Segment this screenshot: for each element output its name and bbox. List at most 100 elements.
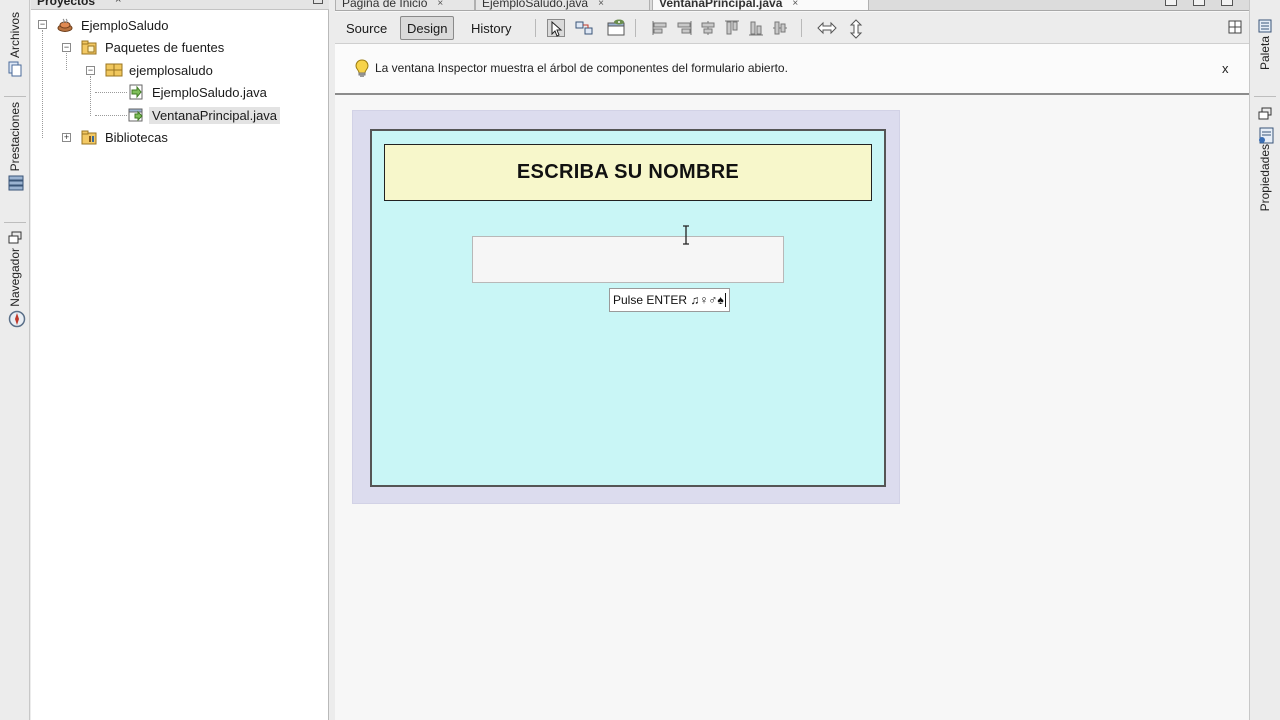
editor-area: Página de Inicio × EjemploSaludo.java × … <box>335 0 1249 720</box>
navigator-icon <box>8 310 26 327</box>
tree-guide-line <box>42 30 43 138</box>
tree-item-source-packages[interactable]: Paquetes de fuentes <box>81 37 227 57</box>
palette-tab[interactable]: Paleta <box>1250 16 1280 70</box>
tree-guide-line <box>95 115 127 116</box>
files-tab[interactable]: Archivos <box>0 12 30 78</box>
minimize-panel-icon[interactable] <box>313 0 323 4</box>
tab-pagina-de-inicio[interactable]: Página de Inicio × <box>335 0 475 10</box>
services-tab[interactable]: Prestaciones <box>0 102 30 191</box>
properties-tab-label: Propiedades <box>1258 144 1272 212</box>
enter-label-editing[interactable]: Pulse ENTER ♫♀♂♠ <box>609 288 730 312</box>
tree-guide-line <box>95 92 127 93</box>
properties-icon <box>1258 127 1274 144</box>
palette-tab-label: Paleta <box>1258 36 1272 71</box>
palette-icon <box>1258 19 1272 33</box>
package-icon <box>105 62 123 78</box>
services-tab-label: Prestaciones <box>8 102 22 172</box>
align-top-icon[interactable] <box>723 19 741 37</box>
tree-item-ejemplosaludo-package[interactable]: ejemplosaludo <box>105 60 216 80</box>
tab-label: EjemploSaludo.java <box>482 0 589 10</box>
services-icon <box>8 174 24 191</box>
title-label-text: ESCRIBA SU NOMBRE <box>516 161 740 183</box>
close-editor-icon[interactable] <box>1221 0 1233 6</box>
lightbulb-icon <box>355 59 369 77</box>
tree-item-ventanaprincipal-java[interactable]: VentanaPrincipal.java <box>128 105 281 125</box>
java-form-icon <box>128 107 144 123</box>
align-bottom-icon[interactable] <box>747 19 765 37</box>
toolbar-separator <box>535 19 536 37</box>
files-icon <box>8 61 22 77</box>
horizontal-resize-icon[interactable] <box>817 19 837 37</box>
vertical-resize-icon[interactable] <box>847 19 865 39</box>
tab-close-button[interactable]: × <box>598 0 604 9</box>
connection-mode-icon[interactable] <box>575 19 593 37</box>
design-canvas[interactable]: ESCRIBA SU NOMBRE Pulse ENTER ♫♀♂♠ <box>335 96 1249 720</box>
strip-separator <box>4 222 26 223</box>
tree-item-ejemplosaludo-project[interactable]: EjemploSaludo <box>57 15 171 35</box>
tree-expander[interactable]: − <box>62 43 71 52</box>
tree-expander[interactable]: + <box>62 133 71 142</box>
tab-ventanaprincipal-java[interactable]: VentanaPrincipal.java × <box>652 0 869 10</box>
design-button[interactable]: Design <box>400 16 455 40</box>
strip-separator <box>4 96 26 97</box>
tab-close-button[interactable]: × <box>792 0 798 9</box>
inspector-info-bar: La ventana Inspector muestra el árbol de… <box>335 44 1249 95</box>
tree-guide-line <box>90 76 91 116</box>
right-side-strip: Paleta Propiedades <box>1249 0 1280 720</box>
tree-item-ejemplosaludo-java[interactable]: EjemploSaludo.java <box>128 82 270 102</box>
tab-close-button[interactable]: × <box>437 0 443 9</box>
restore-window-icon[interactable] <box>1258 107 1272 121</box>
jframe-outline[interactable]: ESCRIBA SU NOMBRE Pulse ENTER ♫♀♂♠ <box>352 110 900 504</box>
preview-design-icon[interactable] <box>607 19 625 37</box>
tree-guide-line <box>66 53 67 70</box>
properties-tab[interactable]: Propiedades <box>1250 104 1280 211</box>
coffee-project-icon <box>57 17 73 33</box>
left-side-strip: Archivos Prestaciones Navegador <box>0 0 30 720</box>
center-horizontally-icon[interactable] <box>699 19 717 37</box>
form-content-panel[interactable]: ESCRIBA SU NOMBRE Pulse ENTER ♫♀♂♠ <box>370 129 886 487</box>
text-caret <box>724 293 726 307</box>
tree-item-label: EjemploSaludo <box>81 17 169 33</box>
editor-tab-strip: Página de Inicio × EjemploSaludo.java × … <box>335 0 1249 11</box>
selection-mode-icon[interactable] <box>547 19 565 37</box>
tab-ejemplosaludo-java[interactable]: EjemploSaludo.java × <box>475 0 650 10</box>
java-file-icon <box>128 84 144 100</box>
tree-item-label: ejemplosaludo <box>129 62 213 78</box>
navigator-tab[interactable]: Navegador <box>0 228 30 327</box>
toolbar-separator <box>801 19 802 37</box>
tree-item-label: EjemploSaludo.java <box>152 84 267 100</box>
strip-separator <box>1254 96 1276 97</box>
tab-label: VentanaPrincipal.java <box>659 0 783 10</box>
align-left-icon[interactable] <box>651 19 669 37</box>
tree-item-label: VentanaPrincipal.java <box>149 106 281 124</box>
tab-label: Página de Inicio <box>342 0 428 10</box>
libraries-icon <box>81 129 97 145</box>
title-label[interactable]: ESCRIBA SU NOMBRE <box>384 144 872 201</box>
ibeam-cursor-icon <box>681 225 691 245</box>
source-button[interactable]: Source <box>340 16 393 40</box>
projects-panel-title[interactable]: Proyectos <box>37 0 95 8</box>
tree-item-label: Paquetes de fuentes <box>105 39 225 55</box>
restore-editor-icon[interactable] <box>1165 0 1177 6</box>
tree-item-libraries[interactable]: Bibliotecas <box>81 127 171 147</box>
tree-expander[interactable]: − <box>86 66 95 75</box>
source-packages-icon <box>81 39 97 55</box>
name-text-field[interactable] <box>472 236 784 283</box>
toolbar-separator <box>635 19 636 37</box>
align-right-icon[interactable] <box>675 19 693 37</box>
center-vertically-icon[interactable] <box>771 19 789 37</box>
navigator-tab-label: Navegador <box>8 248 22 307</box>
files-tab-label: Archivos <box>8 12 22 59</box>
projects-panel: Proyectos × − EjemploSaludo − Paquetes d… <box>31 0 329 720</box>
maximize-editor-icon[interactable] <box>1193 0 1205 6</box>
projects-close-button[interactable]: × <box>115 0 121 6</box>
history-button[interactable]: History <box>465 16 517 40</box>
grid-menu-icon[interactable] <box>1228 20 1242 34</box>
form-editor-toolbar: Source Design History <box>335 12 1249 44</box>
dismiss-info-button[interactable]: x <box>1222 61 1229 76</box>
restore-window-icon[interactable] <box>8 231 22 245</box>
window-controls <box>1165 0 1233 6</box>
tree-expander[interactable]: − <box>38 20 47 29</box>
enter-label-text: Pulse ENTER ♫♀♂♠ <box>613 293 724 307</box>
inspector-message: La ventana Inspector muestra el árbol de… <box>375 61 788 75</box>
